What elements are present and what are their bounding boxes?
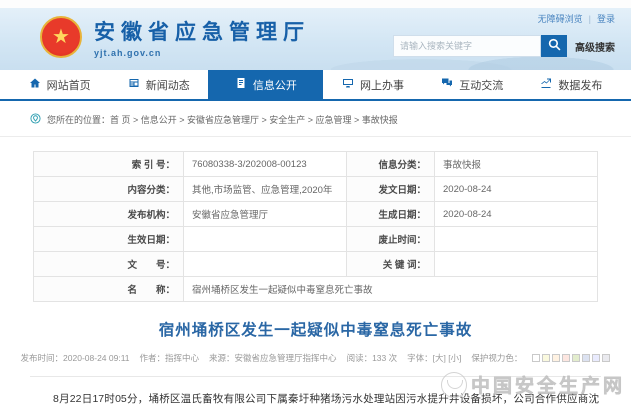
- nav-label: 互动交流: [459, 77, 503, 93]
- nav-item-online-services[interactable]: 网上办事: [323, 70, 422, 99]
- brand-text: 安徽省应急管理厅 yjt.ah.gov.cn: [94, 16, 310, 58]
- field-label: 发布机构：: [34, 202, 184, 227]
- login-link[interactable]: 登录: [597, 14, 615, 24]
- table-row: 文 号： 关 键 词：: [34, 252, 598, 277]
- breadcrumb-trail[interactable]: 您所在的位置：首 页 > 信息公开 > 安徽省应急管理厅 > 安全生产 > 应急…: [47, 113, 398, 126]
- top-links: 无障碍浏览 | 登录: [538, 12, 615, 25]
- article-title: 宿州埇桥区发生一起疑似中毒窒息死亡事故: [0, 318, 631, 340]
- news-icon: [128, 77, 140, 92]
- color-swatch[interactable]: [552, 354, 560, 362]
- field-value: [184, 252, 347, 277]
- article-body: 8月22日17时05分，埇桥区温氏畜牧有限公司下属秦圩种猪场污水处理站因污水提升…: [32, 389, 599, 406]
- site-url: yjt.ah.gov.cn: [94, 48, 310, 58]
- main-nav: 网站首页 新闻动态 信息公开 网上办事 互动交流: [0, 70, 631, 101]
- nav-label: 网站首页: [47, 77, 91, 93]
- source: 来源：安徽省应急管理厅指挥中心: [209, 352, 337, 364]
- nav-item-news[interactable]: 新闻动态: [109, 70, 208, 99]
- field-label: 关 键 词：: [347, 252, 435, 277]
- nav-label: 网上办事: [360, 77, 404, 93]
- field-label: 索 引 号：: [34, 152, 184, 177]
- color-swatch[interactable]: [602, 354, 610, 362]
- nav-label: 信息公开: [253, 77, 297, 93]
- field-value: [435, 227, 598, 252]
- publish-time: 发布时间：2020-08-24 09:11: [21, 352, 130, 364]
- field-label: 内容分类：: [34, 177, 184, 202]
- search-input[interactable]: [393, 35, 541, 57]
- author: 作者：指挥中心: [140, 352, 200, 364]
- nav-item-data-release[interactable]: 数据发布: [522, 70, 621, 99]
- nav-label: 数据发布: [558, 77, 602, 93]
- location-pin-icon: [30, 113, 41, 126]
- breadcrumb: 您所在的位置：首 页 > 信息公开 > 安徽省应急管理厅 > 安全生产 > 应急…: [0, 101, 631, 137]
- view-count: 阅读：133 次: [347, 352, 398, 364]
- field-label: 发文日期：: [347, 177, 435, 202]
- page: ★ 安徽省应急管理厅 yjt.ah.gov.cn 无障碍浏览 | 登录 高级搜索: [0, 0, 631, 406]
- field-label: 信息分类：: [347, 152, 435, 177]
- toplinks-separator: |: [589, 14, 591, 24]
- field-label: 名 称：: [34, 277, 184, 302]
- color-swatch[interactable]: [592, 354, 600, 362]
- chart-icon: [540, 77, 552, 92]
- eye-protect-label: 保护视力色：: [471, 352, 522, 364]
- field-value: 宿州埇桥区发生一起疑似中毒窒息死亡事故: [184, 277, 598, 302]
- field-value: 2020-08-24: [435, 177, 598, 202]
- search-bar: 高级搜索: [393, 35, 615, 57]
- article-body-text: 8月22日17时05分，埇桥区温氏畜牧有限公司下属秦圩种猪场污水处理站因污水提升…: [32, 393, 599, 406]
- nav-item-info-disclosure[interactable]: 信息公开: [208, 70, 323, 99]
- field-label: 生成日期：: [347, 202, 435, 227]
- nav-label: 新闻动态: [146, 77, 190, 93]
- color-swatch[interactable]: [532, 354, 540, 362]
- site-brand[interactable]: ★ 安徽省应急管理厅 yjt.ah.gov.cn: [40, 16, 310, 58]
- field-value: 事故快报: [435, 152, 598, 177]
- national-emblem-logo: ★: [40, 16, 82, 58]
- table-row: 索 引 号： 76080338-3/202008-00123 信息分类： 事故快…: [34, 152, 598, 177]
- field-value: 安徽省应急管理厅: [184, 202, 347, 227]
- search-icon: [548, 38, 561, 54]
- top-strip: [0, 0, 631, 8]
- eye-protect-swatches: [532, 354, 610, 362]
- table-row: 生效日期： 废止时间：: [34, 227, 598, 252]
- nav-item-interaction[interactable]: 互动交流: [423, 70, 522, 99]
- field-value: 其他,市场监管、应急管理,2020年: [184, 177, 347, 202]
- chat-icon: [441, 77, 453, 92]
- divider: [30, 376, 601, 377]
- document-info-table: 索 引 号： 76080338-3/202008-00123 信息分类： 事故快…: [33, 151, 598, 302]
- field-value: [184, 227, 347, 252]
- search-button[interactable]: [541, 35, 567, 57]
- accessibility-link[interactable]: 无障碍浏览: [538, 14, 583, 24]
- field-value: 76080338-3/202008-00123: [184, 152, 347, 177]
- table-row: 内容分类： 其他,市场监管、应急管理,2020年 发文日期： 2020-08-2…: [34, 177, 598, 202]
- home-icon: [29, 77, 41, 92]
- nav-item-home[interactable]: 网站首页: [10, 70, 109, 99]
- color-swatch[interactable]: [562, 354, 570, 362]
- table-row: 名 称： 宿州埇桥区发生一起疑似中毒窒息死亡事故: [34, 277, 598, 302]
- article-meta: 发布时间：2020-08-24 09:11 作者：指挥中心 来源：安徽省应急管理…: [0, 352, 631, 364]
- field-label: 废止时间：: [347, 227, 435, 252]
- table-row: 发布机构： 安徽省应急管理厅 生成日期： 2020-08-24: [34, 202, 598, 227]
- site-title: 安徽省应急管理厅: [94, 16, 310, 46]
- monitor-icon: [342, 77, 354, 92]
- color-swatch[interactable]: [542, 354, 550, 362]
- color-swatch[interactable]: [572, 354, 580, 362]
- document-icon: [235, 77, 247, 92]
- advanced-search-link[interactable]: 高级搜索: [575, 39, 615, 54]
- color-swatch[interactable]: [582, 354, 590, 362]
- field-value: 2020-08-24: [435, 202, 598, 227]
- font-size-controls[interactable]: 字体：[大] [小]: [407, 352, 461, 364]
- site-header: ★ 安徽省应急管理厅 yjt.ah.gov.cn 无障碍浏览 | 登录 高级搜索: [0, 8, 631, 70]
- field-label: 文 号：: [34, 252, 184, 277]
- field-value: [435, 252, 598, 277]
- field-label: 生效日期：: [34, 227, 184, 252]
